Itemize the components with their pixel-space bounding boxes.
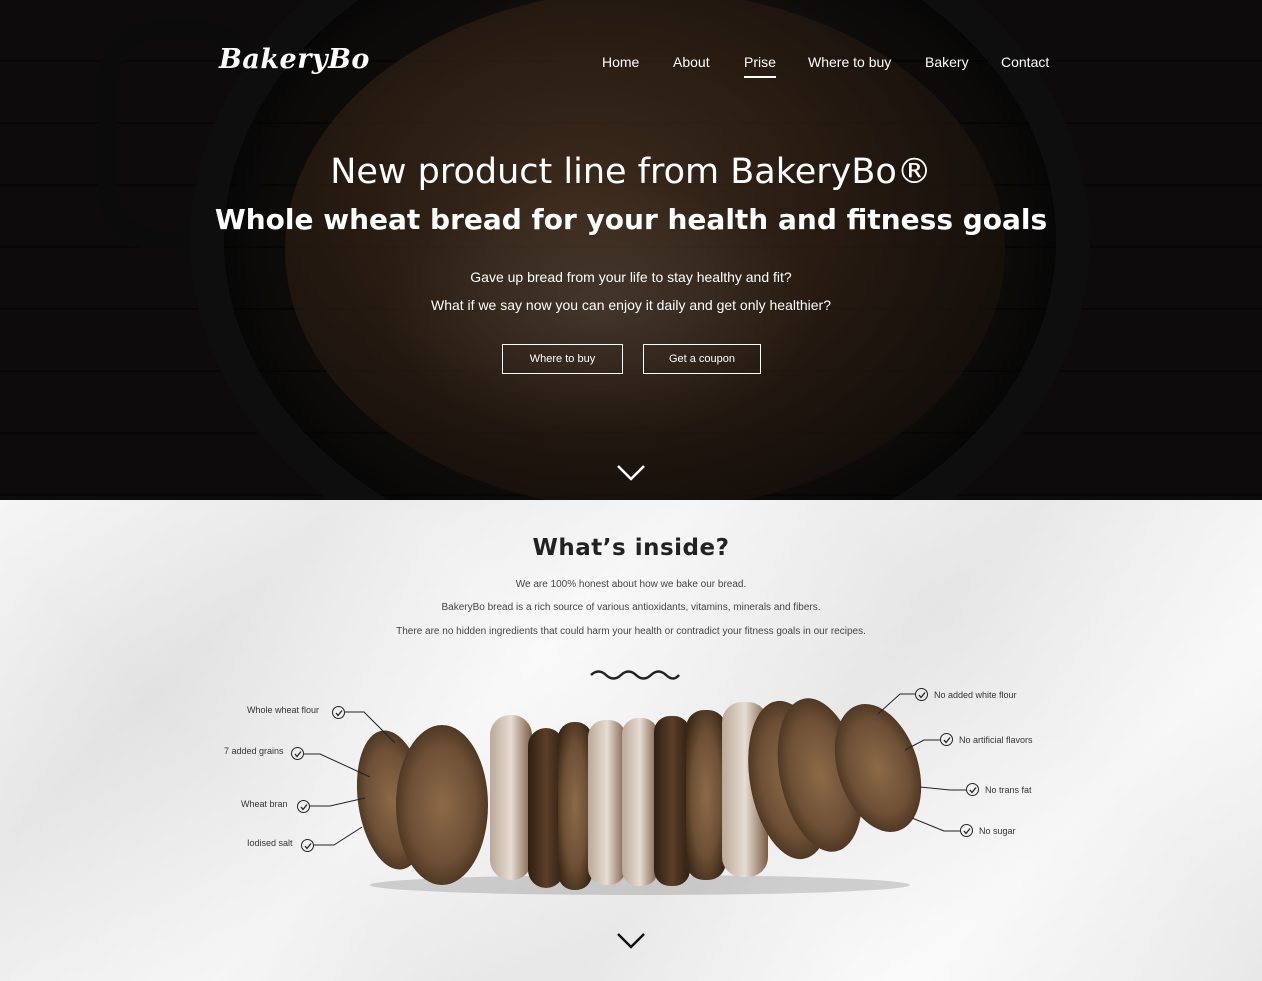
where-to-buy-button[interactable]: Where to buy xyxy=(502,344,623,374)
claim-label: No added white flour xyxy=(934,690,1017,700)
check-circle-icon xyxy=(966,783,979,796)
get-coupon-button[interactable]: Get a coupon xyxy=(643,344,761,374)
claim-label: No artificial flavors xyxy=(959,735,1033,745)
nav-about[interactable]: About xyxy=(673,54,710,70)
chevron-down-icon[interactable] xyxy=(616,931,646,951)
nav-home[interactable]: Home xyxy=(602,54,639,70)
nav-bakery[interactable]: Bakery xyxy=(925,54,969,70)
check-circle-icon xyxy=(960,824,973,837)
ingredient-label: Whole wheat flour xyxy=(247,705,320,715)
ingredient-label: Wheat bran xyxy=(241,799,288,809)
claim-label: No sugar xyxy=(979,826,1016,836)
hero-line-1: Gave up bread from your life to stay hea… xyxy=(470,269,792,285)
nav-contact[interactable]: Contact xyxy=(1001,54,1049,70)
nav-where-to-buy[interactable]: Where to buy xyxy=(808,54,891,70)
hero-title: New product line from BakeryBo® xyxy=(330,152,932,192)
hero-section: BakeryBo Home About Prise Where to buy B… xyxy=(0,0,1262,500)
ingredient-label: 7 added grains xyxy=(224,746,284,756)
main-nav: Home About Prise Where to buy Bakery Con… xyxy=(0,54,1262,78)
nav-prise[interactable]: Prise xyxy=(744,54,776,78)
check-circle-icon xyxy=(297,800,310,813)
check-circle-icon xyxy=(332,706,345,719)
ingredient-label: Iodised salt xyxy=(247,838,293,848)
whats-inside-section: What’s inside? We are 100% honest about … xyxy=(0,500,1262,981)
hero-subtitle: Whole wheat bread for your health and fi… xyxy=(214,203,1048,236)
connector-lines xyxy=(304,693,966,846)
chevron-down-icon[interactable] xyxy=(616,463,646,483)
check-circle-icon xyxy=(291,747,304,760)
claim-label: No trans fat xyxy=(985,785,1032,795)
hero-line-2: What if we say now you can enjoy it dail… xyxy=(430,297,831,313)
check-circle-icon xyxy=(301,839,314,852)
check-circle-icon xyxy=(940,733,953,746)
check-circle-icon xyxy=(915,688,928,701)
